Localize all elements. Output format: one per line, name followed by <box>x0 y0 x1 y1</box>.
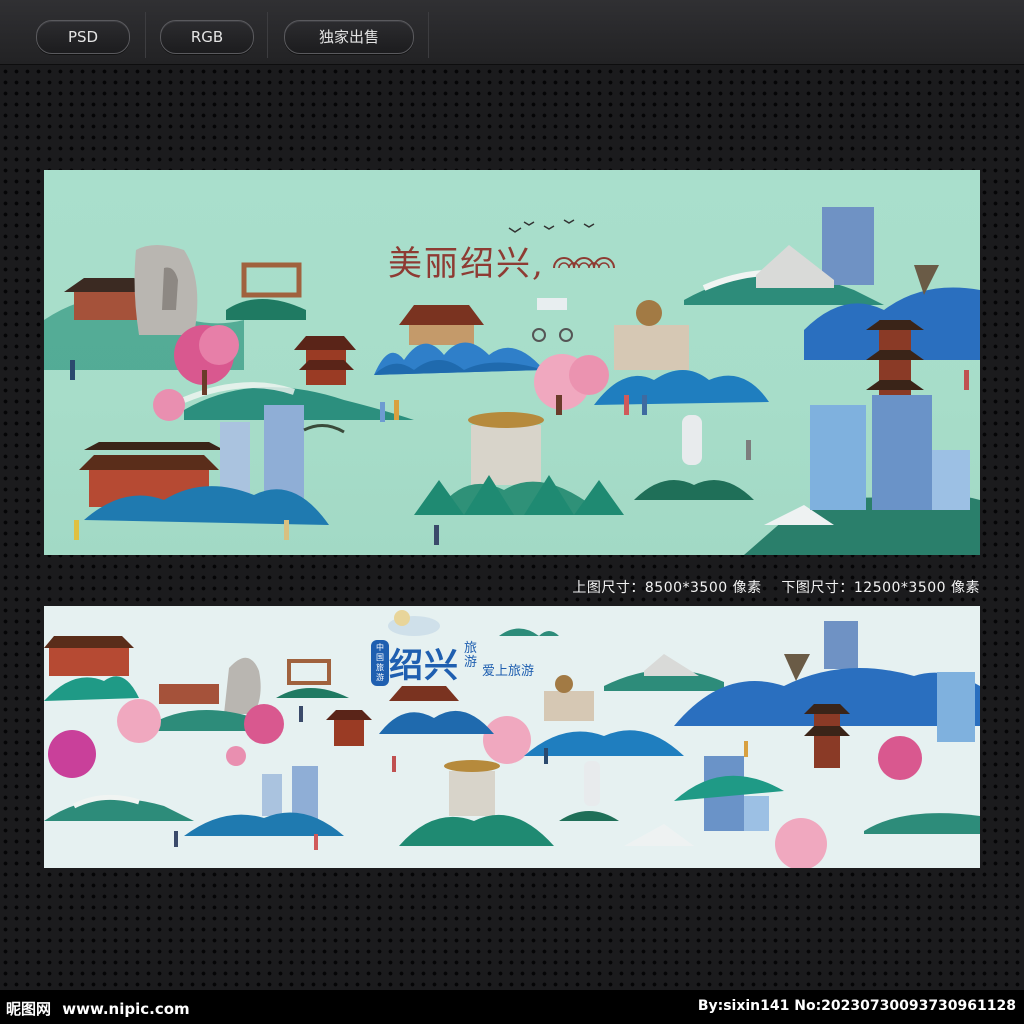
author-credit: By:sixin141 No:20230730093730961128 <box>697 998 1016 1014</box>
site-url: www.nipic.com <box>62 1000 190 1018</box>
psd-tag-button[interactable]: PSD <box>36 20 130 54</box>
rgb-tag-button[interactable]: RGB <box>160 20 254 54</box>
toolbar-divider <box>428 12 429 58</box>
shaoxing-tourism-title: 绍兴 <box>389 646 459 686</box>
design-preview-top: 美丽绍兴, <box>44 170 980 555</box>
top-toolbar: PSD RGB 独家出售 <box>0 0 1024 65</box>
toolbar-divider <box>267 12 268 58</box>
site-brand[interactable]: 昵图网 www.nipic.com <box>6 998 190 1019</box>
footer-bar: 昵图网 www.nipic.com By:sixin141 No:2023073… <box>0 990 1024 1024</box>
love-travel-slogan: 爱上旅游 <box>482 664 535 679</box>
toolbar-divider <box>145 12 146 58</box>
beautiful-shaoxing-title: 美丽绍兴, <box>388 244 545 284</box>
tourism-side-label: 旅游 <box>464 641 478 670</box>
scenery-illustration <box>44 610 980 868</box>
exclusive-sale-tag-button[interactable]: 独家出售 <box>284 20 414 54</box>
size-caption: 上图尺寸：8500*3500 像素 下图尺寸：12500*3500 像素 <box>572 580 980 596</box>
brand-name: 昵图网 <box>6 1000 52 1018</box>
china-tourism-badge: 中国旅游 <box>371 640 389 686</box>
design-preview-bottom: 中国旅游 绍兴 旅游 爱上旅游 <box>44 606 980 868</box>
scenery-illustration <box>44 207 980 555</box>
